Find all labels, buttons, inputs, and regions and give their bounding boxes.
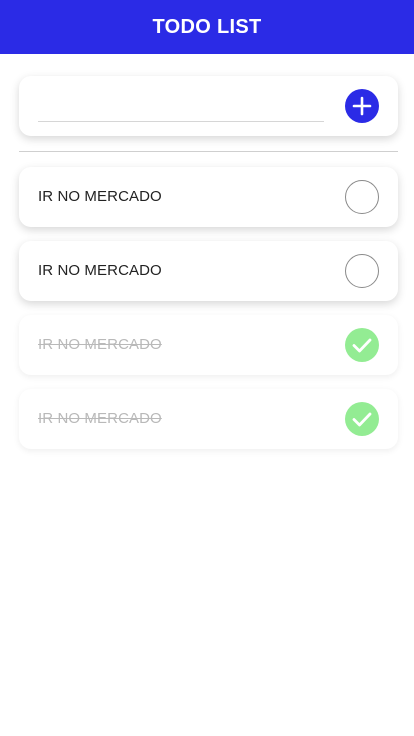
plus-icon <box>352 96 372 116</box>
todo-checkbox[interactable] <box>345 180 379 214</box>
todo-checkbox-checked[interactable] <box>345 328 379 362</box>
todo-checkbox[interactable] <box>345 254 379 288</box>
add-todo-card <box>19 76 398 136</box>
new-todo-input[interactable] <box>38 96 324 122</box>
divider <box>19 151 398 152</box>
app-header: TODO LIST <box>0 0 414 54</box>
todo-item-label: IR NO MERCADO <box>38 410 162 427</box>
todo-item-done[interactable]: IR NO MERCADO <box>19 389 398 449</box>
todo-checkbox-checked[interactable] <box>345 402 379 436</box>
checkmark-icon <box>352 412 372 427</box>
todo-item-done[interactable]: IR NO MERCADO <box>19 315 398 375</box>
todo-item-label: IR NO MERCADO <box>38 336 162 353</box>
app-title: TODO LIST <box>152 15 262 38</box>
add-todo-button[interactable] <box>345 89 379 123</box>
todo-item-label: IR NO MERCADO <box>38 262 162 279</box>
todo-item-label: IR NO MERCADO <box>38 188 162 205</box>
todo-item[interactable]: IR NO MERCADO <box>19 167 398 227</box>
todo-item[interactable]: IR NO MERCADO <box>19 241 398 301</box>
checkmark-icon <box>352 338 372 353</box>
